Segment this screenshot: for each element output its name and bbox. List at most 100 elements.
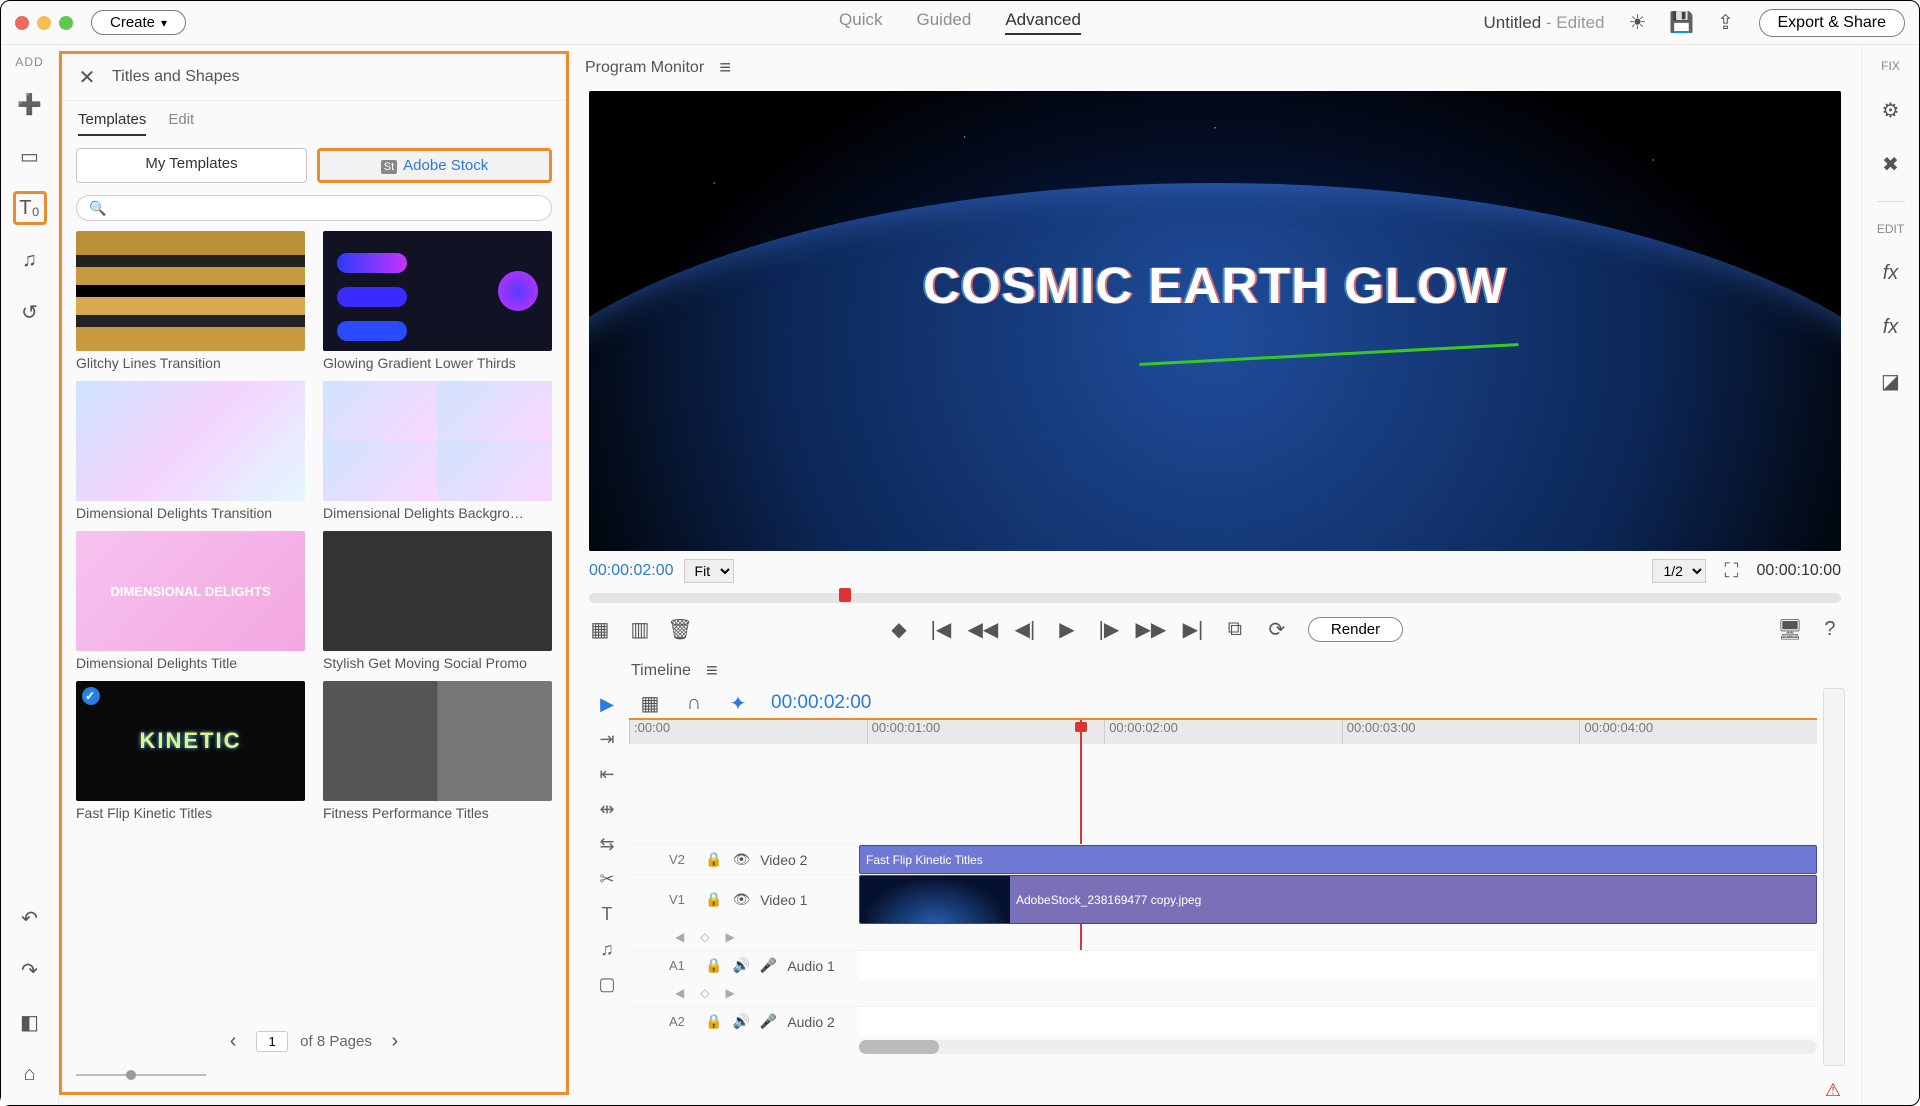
redo-icon[interactable]: ↷: [13, 953, 47, 987]
template-card[interactable]: Glowing Gradient Lower Thirds: [323, 231, 552, 371]
page-next-icon[interactable]: ›: [384, 1030, 406, 1052]
prev-keyframe-icon[interactable]: ◀: [675, 930, 684, 944]
add-keyframe-icon[interactable]: ◇: [700, 986, 709, 1000]
undo-icon[interactable]: ↶: [13, 901, 47, 935]
transitions-icon[interactable]: fx: [1874, 310, 1908, 344]
color-icon[interactable]: ◪: [1874, 364, 1908, 398]
titles-shapes-icon[interactable]: T₀: [13, 191, 47, 225]
insert-icon[interactable]: ▦: [589, 619, 611, 641]
zoom-select[interactable]: 1/2: [1652, 559, 1706, 583]
scrub-playhead-icon[interactable]: [839, 588, 851, 602]
tab-edit[interactable]: Edit: [168, 111, 194, 136]
tab-templates[interactable]: Templates: [78, 111, 146, 136]
page-prev-icon[interactable]: ‹: [222, 1030, 244, 1052]
razor-tool-icon[interactable]: ✂: [599, 869, 614, 890]
snap-icon[interactable]: ▦: [639, 692, 661, 714]
audio-icon[interactable]: ♫: [13, 243, 47, 277]
lock-icon[interactable]: 🔒: [705, 851, 722, 868]
type-tool-icon[interactable]: T: [602, 904, 613, 925]
template-card[interactable]: Stylish Get Moving Social Promo: [323, 531, 552, 671]
home-icon[interactable]: ⌂: [13, 1057, 47, 1091]
timeline-ruler[interactable]: :00:00 00:00:01:00 00:00:02:00 00:00:03:…: [629, 720, 1817, 744]
output-icon[interactable]: 🖥: [1779, 619, 1801, 641]
timeline-clip[interactable]: AdobeStock_238169477 copy.jpeg: [859, 875, 1817, 924]
delete-icon[interactable]: 🗑: [669, 619, 691, 641]
lock-icon[interactable]: 🔒: [705, 957, 722, 974]
mode-quick[interactable]: Quick: [839, 10, 882, 35]
template-card[interactable]: DIMENSIONAL DELIGHTSDimensional Delights…: [76, 531, 305, 671]
add-keyframe-icon[interactable]: ◇: [700, 930, 709, 944]
current-timecode[interactable]: 00:00:02:00: [589, 562, 674, 580]
next-keyframe-icon[interactable]: ▶: [725, 986, 734, 1000]
track-select-back-icon[interactable]: ⇤: [599, 764, 614, 785]
mic-icon[interactable]: 🎤: [760, 1013, 777, 1030]
template-card[interactable]: Dimensional Delights Backgro…: [323, 381, 552, 521]
prev-keyframe-icon[interactable]: ◀: [675, 986, 684, 1000]
fastfwd-icon[interactable]: ▶▶: [1140, 619, 1162, 641]
panel-menu-icon[interactable]: ≡: [701, 660, 723, 682]
speaker-icon[interactable]: 🔊: [732, 957, 749, 974]
share-icon[interactable]: ⇪: [1715, 12, 1737, 34]
search-input[interactable]: [76, 195, 552, 221]
rect-tool-icon[interactable]: ▢: [598, 974, 615, 995]
track-select-fwd-icon[interactable]: ⇥: [599, 729, 614, 750]
warning-icon[interactable]: ⚠: [1825, 1080, 1841, 1100]
help-icon[interactable]: ?: [1819, 619, 1841, 641]
window-traffic-lights[interactable]: [15, 16, 73, 30]
template-card[interactable]: Fitness Performance Titles: [323, 681, 552, 821]
history-icon[interactable]: ↺: [13, 295, 47, 329]
go-start-icon[interactable]: |◀: [930, 619, 952, 641]
mode-advanced[interactable]: Advanced: [1005, 10, 1081, 35]
step-fwd-icon[interactable]: |▶: [1098, 619, 1120, 641]
ripple-edit-icon[interactable]: ⇹: [599, 799, 614, 820]
timeline-timecode[interactable]: 00:00:02:00: [771, 692, 871, 714]
tools-fix-icon[interactable]: ✖: [1874, 147, 1908, 181]
add-media-icon[interactable]: ➕: [13, 87, 47, 121]
adjustments-icon[interactable]: ⚙: [1874, 93, 1908, 127]
linked-selection-icon[interactable]: ✦: [727, 692, 749, 714]
mark-in-icon[interactable]: ◆: [888, 619, 910, 641]
organizer-icon[interactable]: ◧: [13, 1005, 47, 1039]
template-card[interactable]: Dimensional Delights Transition: [76, 381, 305, 521]
magnet-icon[interactable]: ∩: [683, 692, 705, 714]
subtab-adobe-stock[interactable]: StAdobe Stock: [317, 148, 552, 183]
play-icon[interactable]: ▶: [1056, 619, 1078, 641]
audio-tool-icon[interactable]: ♫: [600, 939, 614, 960]
timeline-clip[interactable]: Fast Flip Kinetic Titles: [859, 845, 1817, 874]
lock-icon[interactable]: 🔒: [705, 891, 722, 908]
close-panel-icon[interactable]: ✕: [76, 66, 98, 88]
timeline-hscroll[interactable]: [859, 1040, 1817, 1054]
thumb-zoom-slider[interactable]: [76, 1074, 206, 1076]
effects-icon[interactable]: fx: [1874, 256, 1908, 290]
panel-menu-icon[interactable]: ≡: [714, 57, 736, 79]
step-back-icon[interactable]: ◀|: [1014, 619, 1036, 641]
fullscreen-window-icon[interactable]: [59, 16, 73, 30]
brightness-icon[interactable]: ☀: [1627, 12, 1649, 34]
loop-icon[interactable]: ⟳: [1266, 619, 1288, 641]
next-keyframe-icon[interactable]: ▶: [725, 930, 734, 944]
save-icon[interactable]: 💾: [1671, 12, 1693, 34]
selection-tool-icon[interactable]: ▶: [600, 694, 614, 715]
overwrite-icon[interactable]: ▥: [629, 619, 651, 641]
eye-icon[interactable]: 👁: [732, 891, 750, 908]
eye-icon[interactable]: 👁: [732, 851, 750, 868]
program-scrubber[interactable]: [589, 593, 1841, 603]
render-button[interactable]: Render: [1308, 617, 1403, 642]
template-card[interactable]: ✓KINETICFast Flip Kinetic Titles: [76, 681, 305, 821]
safe-margins-icon[interactable]: ⛶: [1720, 560, 1742, 582]
fit-select[interactable]: Fit: [684, 559, 734, 583]
lock-icon[interactable]: 🔒: [705, 1013, 722, 1030]
speaker-icon[interactable]: 🔊: [732, 1013, 749, 1030]
mode-guided[interactable]: Guided: [917, 10, 972, 35]
page-input[interactable]: [256, 1031, 288, 1052]
export-share-button[interactable]: Export & Share: [1759, 9, 1906, 37]
close-window-icon[interactable]: [15, 16, 29, 30]
program-monitor-canvas[interactable]: COSMIC EARTH GLOW: [589, 91, 1841, 551]
timeline-vzoom[interactable]: [1823, 688, 1845, 1066]
capture-frame-icon[interactable]: ⧉: [1224, 619, 1246, 641]
go-end-icon[interactable]: ▶|: [1182, 619, 1204, 641]
minimize-window-icon[interactable]: [37, 16, 51, 30]
rewind-icon[interactable]: ◀◀: [972, 619, 994, 641]
mic-icon[interactable]: 🎤: [760, 957, 777, 974]
rolling-edit-icon[interactable]: ⇆: [599, 834, 614, 855]
